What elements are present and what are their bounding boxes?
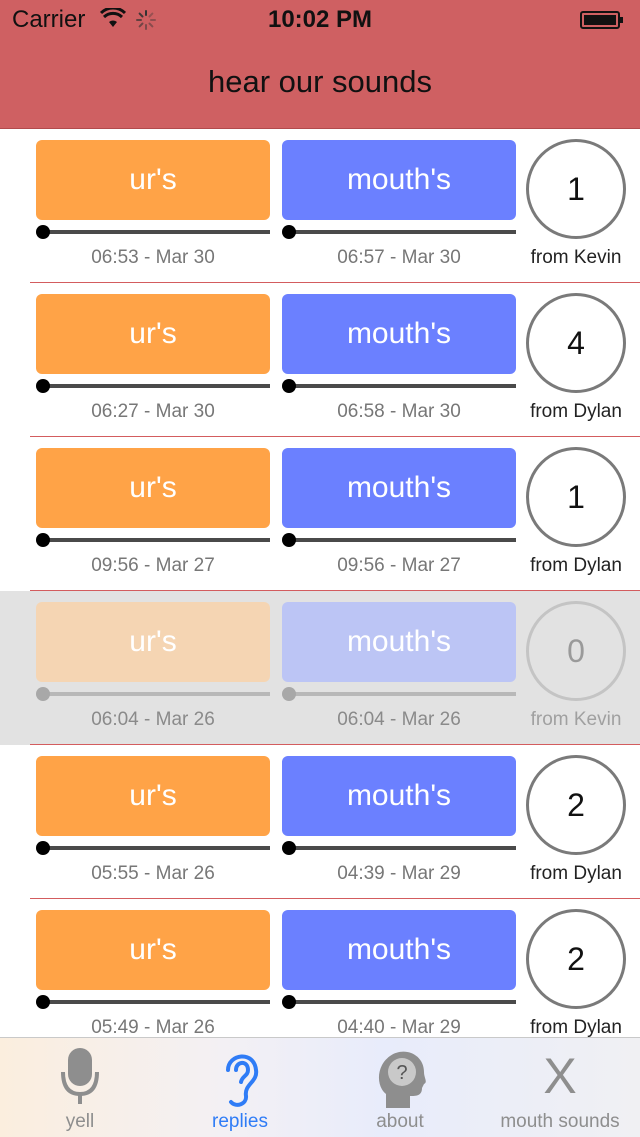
tab-replies-label: replies	[212, 1111, 268, 1132]
ur-progress-track[interactable]	[44, 384, 270, 388]
ur-progress-thumb[interactable]	[36, 995, 50, 1009]
tab-about[interactable]: ? about	[320, 1038, 480, 1137]
ur-progress-thumb[interactable]	[36, 841, 50, 855]
tab-mouth-sounds[interactable]: X mouth sounds	[480, 1038, 640, 1137]
reply-row: ur's mouth's 09:56 - Mar 27 09:56 - Mar …	[0, 437, 640, 591]
ur-timestamp: 05:49 - Mar 26	[91, 1017, 215, 1037]
battery-icon	[580, 11, 623, 29]
mouth-sound-button[interactable]: mouth's	[282, 448, 516, 528]
nav-header: Carrier 10:02 PM hear our sounds	[0, 0, 640, 129]
ur-timestamp: 06:53 - Mar 30	[91, 247, 215, 268]
mouth-progress-track[interactable]	[290, 384, 516, 388]
ur-progress-track[interactable]	[44, 846, 270, 850]
sender-label: from Dylan	[530, 863, 622, 884]
status-time: 10:02 PM	[267, 6, 373, 33]
ur-sound-button[interactable]: ur's	[36, 602, 270, 682]
svg-text:?: ?	[396, 1062, 407, 1084]
reply-count-badge[interactable]: 2	[526, 909, 626, 1009]
tab-yell[interactable]: yell	[0, 1038, 160, 1137]
mouth-timestamp: 06:57 - Mar 30	[337, 247, 461, 268]
tab-replies[interactable]: replies	[160, 1038, 320, 1137]
ur-progress-thumb[interactable]	[36, 225, 50, 239]
mouth-timestamp: 09:56 - Mar 27	[337, 555, 461, 576]
mouth-timestamp: 06:04 - Mar 26	[337, 709, 461, 730]
ur-progress-track[interactable]	[44, 1000, 270, 1004]
reply-row: ur's mouth's 05:49 - Mar 26 04:40 - Mar …	[0, 899, 640, 1037]
mouth-sound-button[interactable]: mouth's	[282, 294, 516, 374]
ur-timestamp: 05:55 - Mar 26	[91, 863, 215, 884]
mouth-progress-track[interactable]	[290, 230, 516, 234]
sender-label: from Dylan	[530, 1017, 622, 1037]
ur-progress-thumb[interactable]	[36, 687, 50, 701]
mouth-sound-button[interactable]: mouth's	[282, 602, 516, 682]
tab-bar: yell replies ? about X mouth sounds	[0, 1037, 640, 1137]
ur-timestamp: 06:04 - Mar 26	[91, 709, 215, 730]
sender-label: from Kevin	[530, 709, 622, 730]
mouth-progress-thumb[interactable]	[282, 841, 296, 855]
x-icon: X	[543, 1048, 577, 1104]
reply-row: ur's mouth's 05:55 - Mar 26 04:39 - Mar …	[0, 745, 640, 899]
mouth-timestamp: 06:58 - Mar 30	[337, 401, 461, 422]
page-title: hear our sounds	[207, 64, 433, 99]
tab-yell-label: yell	[65, 1111, 95, 1132]
microphone-icon	[61, 1048, 99, 1104]
ur-progress-thumb[interactable]	[36, 379, 50, 393]
reply-row: ur's mouth's 06:53 - Mar 30 06:57 - Mar …	[0, 129, 640, 283]
reply-count-badge[interactable]: 1	[526, 447, 626, 547]
ur-timestamp: 09:56 - Mar 27	[91, 555, 215, 576]
mouth-sound-button[interactable]: mouth's	[282, 140, 516, 220]
mouth-progress-thumb[interactable]	[282, 687, 296, 701]
mouth-timestamp: 04:40 - Mar 29	[337, 1017, 461, 1037]
mouth-progress-thumb[interactable]	[282, 533, 296, 547]
ur-sound-button[interactable]: ur's	[36, 910, 270, 990]
reply-row-selected: ur's mouth's 06:04 - Mar 26 06:04 - Mar …	[0, 591, 640, 745]
head-question-icon: ?	[378, 1051, 426, 1108]
reply-row: ur's mouth's 06:27 - Mar 30 06:58 - Mar …	[0, 283, 640, 437]
mouth-progress-thumb[interactable]	[282, 225, 296, 239]
mouth-progress-thumb[interactable]	[282, 995, 296, 1009]
reply-count-badge[interactable]: 1	[526, 139, 626, 239]
ur-timestamp: 06:27 - Mar 30	[91, 401, 215, 422]
sender-label: from Dylan	[530, 401, 622, 422]
ur-sound-button[interactable]: ur's	[36, 140, 270, 220]
ur-sound-button[interactable]: ur's	[36, 756, 270, 836]
reply-count-badge[interactable]: 4	[526, 293, 626, 393]
sender-label: from Kevin	[530, 247, 622, 268]
mouth-progress-track[interactable]	[290, 1000, 516, 1004]
ur-progress-track[interactable]	[44, 538, 270, 542]
mouth-sound-button[interactable]: mouth's	[282, 910, 516, 990]
mouth-progress-thumb[interactable]	[282, 379, 296, 393]
tab-mouth-sounds-label: mouth sounds	[500, 1111, 620, 1132]
sender-label: from Dylan	[530, 555, 622, 576]
ur-progress-track[interactable]	[44, 692, 270, 696]
reply-count-badge[interactable]: 0	[526, 601, 626, 701]
mouth-sound-button[interactable]: mouth's	[282, 756, 516, 836]
mouth-progress-track[interactable]	[290, 538, 516, 542]
mouth-timestamp: 04:39 - Mar 29	[337, 863, 461, 884]
reply-count-badge[interactable]: 2	[526, 755, 626, 855]
tab-about-label: about	[376, 1111, 424, 1132]
ur-sound-button[interactable]: ur's	[36, 448, 270, 528]
mouth-progress-track[interactable]	[290, 846, 516, 850]
ur-sound-button[interactable]: ur's	[36, 294, 270, 374]
replies-list[interactable]: ur's mouth's 06:53 - Mar 30 06:57 - Mar …	[0, 129, 640, 1037]
ur-progress-track[interactable]	[44, 230, 270, 234]
ear-icon	[226, 1054, 259, 1107]
ur-progress-thumb[interactable]	[36, 533, 50, 547]
mouth-progress-track[interactable]	[290, 692, 516, 696]
